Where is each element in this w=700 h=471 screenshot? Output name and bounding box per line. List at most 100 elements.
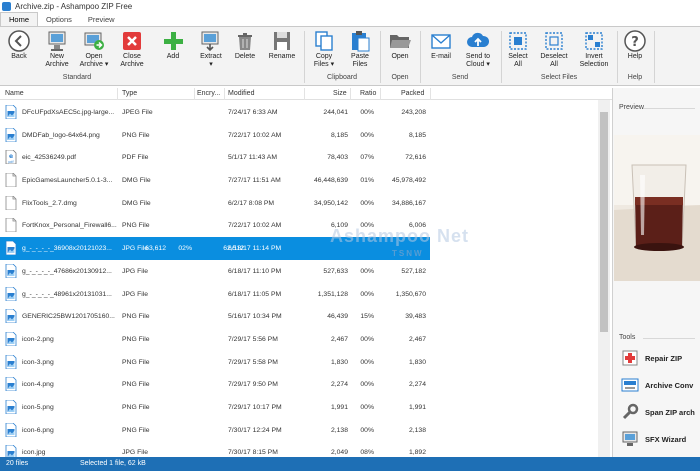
cell-type: PNG File <box>122 335 150 343</box>
delete-button[interactable]: Delete <box>230 29 260 73</box>
image-file-icon <box>5 240 17 256</box>
cell-name: EpicGamesLauncher5.0.1-3... <box>22 177 113 185</box>
extract-button[interactable]: Extract ▾ <box>194 29 228 73</box>
back-label: Back <box>11 53 27 60</box>
table-row[interactable]: FortKnox_Personal_Firewall6... PNG File 7/… <box>0 214 612 237</box>
column-divider[interactable] <box>380 88 381 100</box>
cell-size: 78,403 <box>327 154 348 162</box>
cell-name: GENERIC25BW1201705160... <box>22 313 115 321</box>
table-row[interactable]: icon-6.png PNG File 7/30/17 12:24 PM 2,138 0… <box>0 419 612 442</box>
table-row[interactable]: GENERIC25BW1201705160... PNG File 5/16/17 … <box>0 305 612 328</box>
tab-preview[interactable]: Preview <box>80 12 123 26</box>
column-divider[interactable] <box>117 88 118 100</box>
group-select-files-label: Select Files <box>540 74 578 81</box>
column-packed[interactable]: Packed <box>401 90 424 97</box>
cell-size: 34,950,142 <box>313 199 348 207</box>
new-archive-button[interactable]: New Archive <box>38 29 76 73</box>
cell-size: 244,041 <box>323 109 348 116</box>
cell-type: PNG File <box>122 381 150 389</box>
cell-size: 1,991 <box>330 403 348 411</box>
cell-name: eic_42536249.pdf <box>22 154 77 162</box>
file-list-scrollbar[interactable] <box>598 100 610 457</box>
table-row[interactable]: icon.jpg JPG File 7/30/17 8:15 PM 2,049 08% 1… <box>0 441 612 457</box>
back-button[interactable]: Back <box>4 29 34 73</box>
select-all-button[interactable]: Select All <box>504 29 532 73</box>
ribbon-separator <box>304 31 305 83</box>
image-file-icon <box>5 331 17 347</box>
table-row[interactable]: EpicGamesLauncher5.0.1-3... DMG File 7/27/… <box>0 169 612 192</box>
table-row[interactable]: DFcUFpdXsAEC5c.jpg-large... JPEG File 7/24… <box>0 101 612 124</box>
cell-type: PNG File <box>122 222 150 230</box>
column-type[interactable]: Type <box>122 90 137 97</box>
tool-label: Repair ZIP <box>645 353 683 363</box>
table-row[interactable]: g_-_-_-_-_47686x20130912... JPG File 6/18/… <box>0 260 612 283</box>
column-encrypted[interactable]: Encry... <box>197 90 220 97</box>
cell-packed: 72,616 <box>405 154 426 162</box>
copy-files-label: Copy Files ▾ <box>313 53 335 68</box>
send-to-cloud-button[interactable]: Send to Cloud ▾ <box>460 29 496 73</box>
paste-files-button[interactable]: Paste Files <box>344 29 376 73</box>
open-archive-button[interactable]: Open Archive ▾ <box>76 29 112 73</box>
cell-name: g_-_-_-_-_36908x20121023... <box>22 245 112 253</box>
deselect-all-button[interactable]: Deselect All <box>536 29 572 73</box>
help-button[interactable]: ? Help <box>620 29 650 73</box>
tool-sfx-wizard[interactable]: SFX Wizard <box>621 429 686 449</box>
back-arrow-icon <box>7 29 31 53</box>
table-row[interactable]: e pdf eic_42536249.pdf PDF File 5/1/17 11:43… <box>0 146 612 169</box>
table-row[interactable]: DMDFab_logo-64x64.png PNG File 7/22/17 10:… <box>0 124 612 147</box>
cloud-upload-icon <box>466 29 490 53</box>
column-size[interactable]: Size <box>333 90 347 97</box>
email-button[interactable]: E-mail <box>424 29 458 73</box>
deselect-all-label: Deselect All <box>540 53 568 68</box>
cell-type: PNG File <box>122 313 150 321</box>
table-row[interactable]: g_-_-_-_-_48961x20131031... JPG File 6/18/… <box>0 283 612 306</box>
image-file-icon <box>5 422 17 438</box>
save-disk-icon <box>270 29 294 53</box>
cell-packed: 8,185 <box>408 131 426 139</box>
scrollbar-thumb[interactable] <box>600 112 608 332</box>
image-file-icon <box>5 354 17 369</box>
wrench-icon <box>621 403 639 421</box>
cell-packed: 39,483 <box>405 313 426 321</box>
table-row[interactable]: icon-2.png PNG File 7/29/17 5:56 PM 2,467 00… <box>0 328 612 351</box>
cell-packed: 1,892 <box>408 449 426 457</box>
column-ratio[interactable]: Ratio <box>360 90 376 97</box>
column-divider[interactable] <box>430 88 431 100</box>
cell-name: icon-5.png <box>22 403 54 411</box>
column-modified[interactable]: Modified <box>228 90 254 97</box>
cell-type: JPEG File <box>122 109 153 116</box>
email-envelope-icon <box>429 29 453 53</box>
invert-selection-button[interactable]: Invert Selection <box>574 29 614 73</box>
new-archive-label: New Archive <box>45 53 69 68</box>
cell-packed: 243,208 <box>401 109 426 116</box>
copy-files-button[interactable]: Copy Files ▾ <box>308 29 340 73</box>
tool-repair-zip[interactable]: Repair ZIP <box>621 348 682 368</box>
table-row[interactable]: FlixTools_2.7.dmg DMG File 6/2/17 8:08 PM 3… <box>0 192 612 215</box>
add-button[interactable]: Add <box>158 29 188 73</box>
tool-archive-converter[interactable]: Archive Conv <box>621 375 693 395</box>
tool-label: Span ZIP arch <box>645 407 695 417</box>
column-divider[interactable] <box>224 88 225 100</box>
ribbon-separator <box>617 31 618 83</box>
cell-name: FortKnox_Personal_Firewall6... <box>22 222 117 230</box>
rename-button[interactable]: Rename <box>264 29 300 73</box>
column-divider[interactable] <box>304 88 305 100</box>
column-divider[interactable] <box>350 88 351 100</box>
column-name[interactable]: Name <box>5 90 24 97</box>
select-all-icon <box>506 29 530 53</box>
close-archive-button[interactable]: Close Archive <box>114 29 150 73</box>
table-row[interactable]: icon-3.png PNG File 7/29/17 5:58 PM 1,830 00… <box>0 351 612 374</box>
tab-home[interactable]: Home <box>0 12 39 26</box>
tab-options[interactable]: Options <box>38 12 80 26</box>
app-window: Archive.zip - Ashampoo ZIP Free Home Opt… <box>0 0 700 471</box>
open-button[interactable]: Open <box>384 29 416 73</box>
table-row[interactable]: icon-5.png PNG File 7/29/17 10:17 PM 1,991 0… <box>0 396 612 419</box>
group-help-label: Help <box>627 74 643 81</box>
image-file-icon <box>5 376 17 392</box>
column-divider[interactable] <box>194 88 195 100</box>
close-archive-label: Close Archive <box>120 53 144 68</box>
cell-packed: 45,978,492 <box>391 177 426 185</box>
new-archive-icon <box>45 29 69 53</box>
table-row[interactable]: icon-4.png PNG File 7/29/17 9:50 PM 2,274 00… <box>0 373 612 396</box>
tool-span-zip[interactable]: Span ZIP arch <box>621 402 695 422</box>
